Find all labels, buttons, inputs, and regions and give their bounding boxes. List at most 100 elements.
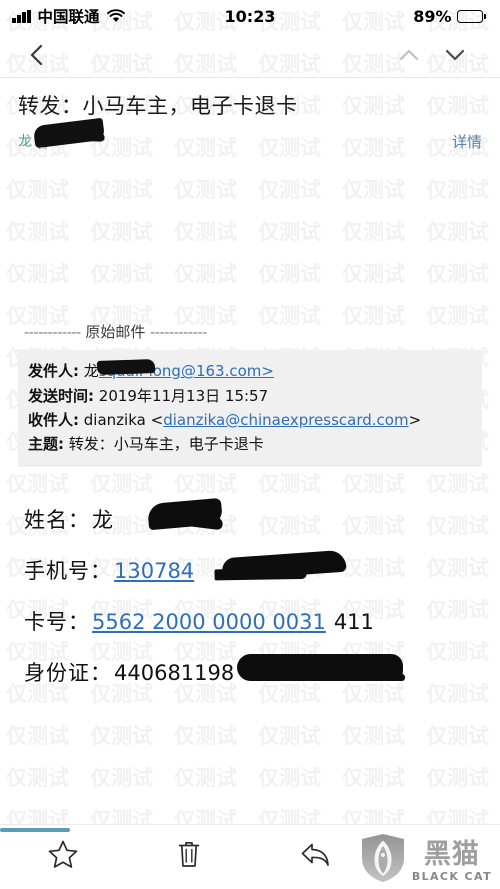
mail-meta-row: 龙 2 详情 (18, 118, 482, 153)
battery-icon (456, 9, 486, 23)
field-value-name: 龙 (92, 507, 113, 532)
watermark-text: 仅测试 (342, 724, 405, 748)
field-label-id-number: 身份证： (24, 660, 112, 685)
status-bar: 中国联通 10:23 89% (0, 0, 500, 32)
delete-button[interactable] (126, 838, 252, 870)
quote-date-line: 发送时间: 2019年11月13日 15:57 (28, 384, 472, 408)
watermark-text: 仅测试 (174, 724, 237, 748)
watermark-text: 仅测试 (258, 178, 321, 202)
mail-content-fields: 姓名： 龙 手机号： 130784 卡号： 5562 2000 0000 003… (18, 497, 482, 685)
divider-label: 原始邮件 (85, 323, 146, 342)
wifi-icon (106, 9, 125, 23)
back-button[interactable] (18, 38, 56, 72)
watermark-text: 仅测试 (6, 724, 69, 748)
watermark-text: 仅测试 (6, 262, 69, 286)
watermark-text: 仅测试 (258, 220, 321, 244)
watermark-text: 仅测试 (174, 766, 237, 790)
watermark-text: 仅测试 (342, 220, 405, 244)
sender-name[interactable]: 龙 (18, 118, 106, 151)
quote-subject-line: 主题: 转发：小马车主，电子卡退卡 (28, 432, 472, 456)
email-detail-screen: 中国联通 10:23 89% 转发：小马车主，电子卡退卡 龙 详情 ------… (0, 0, 500, 889)
field-row-phone: 手机号： 130784 (24, 549, 482, 583)
watermark-text: 仅测试 (426, 178, 489, 202)
watermark-text: 仅测试 (426, 262, 489, 286)
watermark-text: 仅测试 (258, 262, 321, 286)
watermark-text: 仅测试 (6, 766, 69, 790)
watermark-text: 仅测试 (426, 724, 489, 748)
watermark-text: 仅测试 (342, 178, 405, 202)
watermark-text: 仅测试 (6, 220, 69, 244)
field-value-id-number: 440681198 (114, 660, 235, 685)
quote-to-bracket-open: < (150, 410, 164, 429)
trash-icon (178, 841, 200, 867)
black-cat-watermark-logo: 黑猫 BLACK CAT (359, 833, 492, 883)
chevron-down-icon (445, 49, 465, 60)
chevron-left-icon (30, 44, 43, 65)
brand-name-cn: 黑猫 (423, 839, 480, 870)
redaction-mark-id-number (237, 653, 405, 681)
field-row-card-number: 卡号： 5562 2000 0000 0031 411 (24, 609, 482, 634)
watermark-text: 仅测试 (342, 262, 405, 286)
status-bar-right: 89% (249, 7, 486, 26)
quoted-original-mail: 发件人: 龙 squall-long@163.com> 发送时间: 2019年1… (18, 350, 482, 467)
quote-from-name: 龙 (84, 359, 156, 383)
quote-date-value: 2019年11月13日 15:57 (98, 386, 269, 405)
redaction-mark-sender (32, 118, 106, 149)
star-icon (48, 840, 78, 868)
watermark-text: 仅测试 (426, 766, 489, 790)
carrier-label: 中国联通 (37, 8, 100, 26)
watermark-text: 仅测试 (258, 724, 321, 748)
divider-dashes-left: ------------ (24, 325, 81, 342)
redaction-mark-name (147, 497, 223, 530)
details-link[interactable]: 详情 (452, 131, 482, 152)
status-bar-left: 中国联通 (12, 5, 249, 27)
watermark-text: 仅测试 (90, 724, 153, 748)
navigation-bar (0, 32, 500, 78)
reply-arrow-icon (301, 843, 329, 866)
watermark-text: 仅测试 (174, 262, 237, 286)
redaction-mark-quote-sender (96, 359, 156, 376)
field-row-id-number: 身份证： 440681198 (24, 653, 482, 685)
watermark-text: 仅测试 (174, 220, 237, 244)
brand-name-en: BLACK CAT (411, 870, 492, 883)
watermark-text: 仅测试 (90, 262, 153, 286)
watermark-text: 仅测试 (174, 178, 237, 202)
loading-progress-bar (0, 828, 500, 832)
quote-date-label: 发送时间: (28, 386, 94, 405)
quote-from-line: 发件人: 龙 squall-long@163.com> (28, 359, 472, 383)
mail-subject: 转发：小马车主，电子卡退卡 (18, 94, 298, 118)
quote-from-label: 发件人: (28, 362, 79, 381)
star-button[interactable] (0, 838, 126, 870)
original-mail-divider: ------------ 原始邮件 ------------ (18, 321, 482, 342)
quote-to-bracket-close: > (408, 410, 422, 429)
watermark-text: 仅测试 (90, 220, 153, 244)
previous-mail-button[interactable] (386, 38, 432, 72)
watermark-text: 仅测试 (426, 220, 489, 244)
field-label-name: 姓名： (24, 507, 90, 532)
field-label-phone: 手机号： (24, 558, 112, 583)
brand-text: 黑猫 BLACK CAT (412, 841, 492, 883)
watermark-text: 仅测试 (90, 178, 153, 202)
battery-percent-label: 89% (413, 6, 452, 26)
quote-to-email[interactable]: dianzika@chinaexpresscard.com (163, 411, 408, 429)
quote-to-label: 收件人: (28, 410, 79, 429)
mail-header: 转发：小马车主，电子卡退卡 龙 2 详情 (0, 78, 500, 153)
mail-body: ------------ 原始邮件 ------------ 发件人: 龙 sq… (0, 321, 500, 685)
black-cat-shield-icon (361, 834, 404, 882)
field-value-card-number-tail: 411 (333, 609, 374, 634)
watermark-text: 仅测试 (6, 178, 69, 202)
watermark-text: 仅测试 (342, 766, 405, 790)
watermark-text: 仅测试 (258, 766, 321, 790)
quote-to-name: dianzika (83, 410, 146, 429)
field-value-card-number[interactable]: 5562 2000 0000 0031 (92, 610, 326, 634)
quote-subject-label: 主题: (28, 435, 64, 454)
field-value-phone[interactable]: 130784 (114, 559, 194, 583)
next-mail-button[interactable] (432, 38, 478, 72)
field-row-name: 姓名： 龙 (24, 497, 482, 532)
chevron-up-icon (399, 49, 419, 60)
toolbar-actions (0, 838, 380, 870)
redaction-mark-phone (221, 549, 347, 580)
field-label-card-number: 卡号： (24, 609, 90, 634)
quote-to-line: 收件人: dianzika <dianzika@chinaexpresscard… (28, 408, 472, 432)
signal-bars-icon (12, 9, 31, 23)
